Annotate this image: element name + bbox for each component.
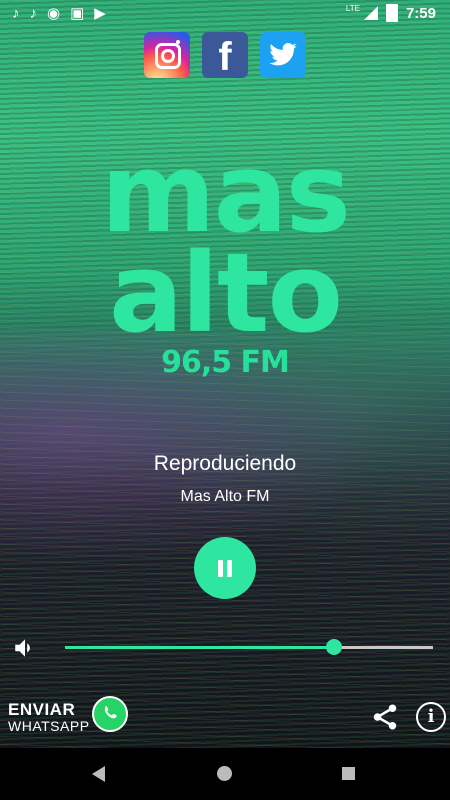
music-note-icon: ♪ [12,5,20,22]
twitter-button[interactable] [260,32,306,78]
image-icon: ▣ [70,5,85,22]
facebook-icon: f [218,35,232,78]
play-pause-button[interactable] [194,537,256,599]
clock: 7:59 [405,4,436,22]
play-store-icon: ▶ [94,5,106,22]
instagram-button[interactable] [144,32,190,78]
signal-icon [363,6,378,20]
circle-icon: ◉ [47,5,61,22]
app-screen: ♪ ♪ ◉ ▣ ▶ LTE 7:59 f mas alto 96,5 FM Re… [0,0,450,800]
status-bar: ♪ ♪ ◉ ▣ ▶ LTE 7:59 [0,0,450,28]
whatsapp-label-line2: WHATSAPP [8,718,90,734]
volume-slider[interactable] [65,639,433,655]
station-frequency: 96,5 FM [161,345,290,380]
whatsapp-phone-glyph [104,706,117,719]
pause-bar-left [218,560,223,577]
pause-bar-right [227,560,232,577]
instagram-flash [176,40,180,44]
volume-slider-thumb[interactable] [325,639,342,655]
music-note-icon: ♪ [29,5,38,22]
station-logo-line2: alto [108,229,343,357]
volume-icon[interactable] [12,635,38,661]
whatsapp-label-line1: ENVIAR [8,700,76,719]
volume-slider-fill [65,646,334,649]
battery-icon [385,4,398,22]
info-button[interactable]: i [416,702,446,732]
navigation-bar [0,748,450,800]
back-icon[interactable] [92,766,105,782]
station-name: Mas Alto FM [180,488,270,505]
network-type: LTE [345,3,360,13]
send-whatsapp-button[interactable]: ENVIAR WHATSAPP [8,696,128,738]
info-icon: i [427,706,435,727]
whatsapp-icon [92,696,128,732]
system-icons: LTE 7:59 [346,4,436,22]
home-icon[interactable] [217,766,232,781]
recent-apps-icon[interactable] [342,767,355,780]
share-icon[interactable] [370,702,400,732]
instagram-lens [161,49,175,63]
notification-icons: ♪ ♪ ◉ ▣ ▶ [12,5,106,23]
playback-status: Reproduciendo [153,452,297,475]
facebook-button[interactable]: f [202,32,248,78]
twitter-icon [269,43,297,66]
